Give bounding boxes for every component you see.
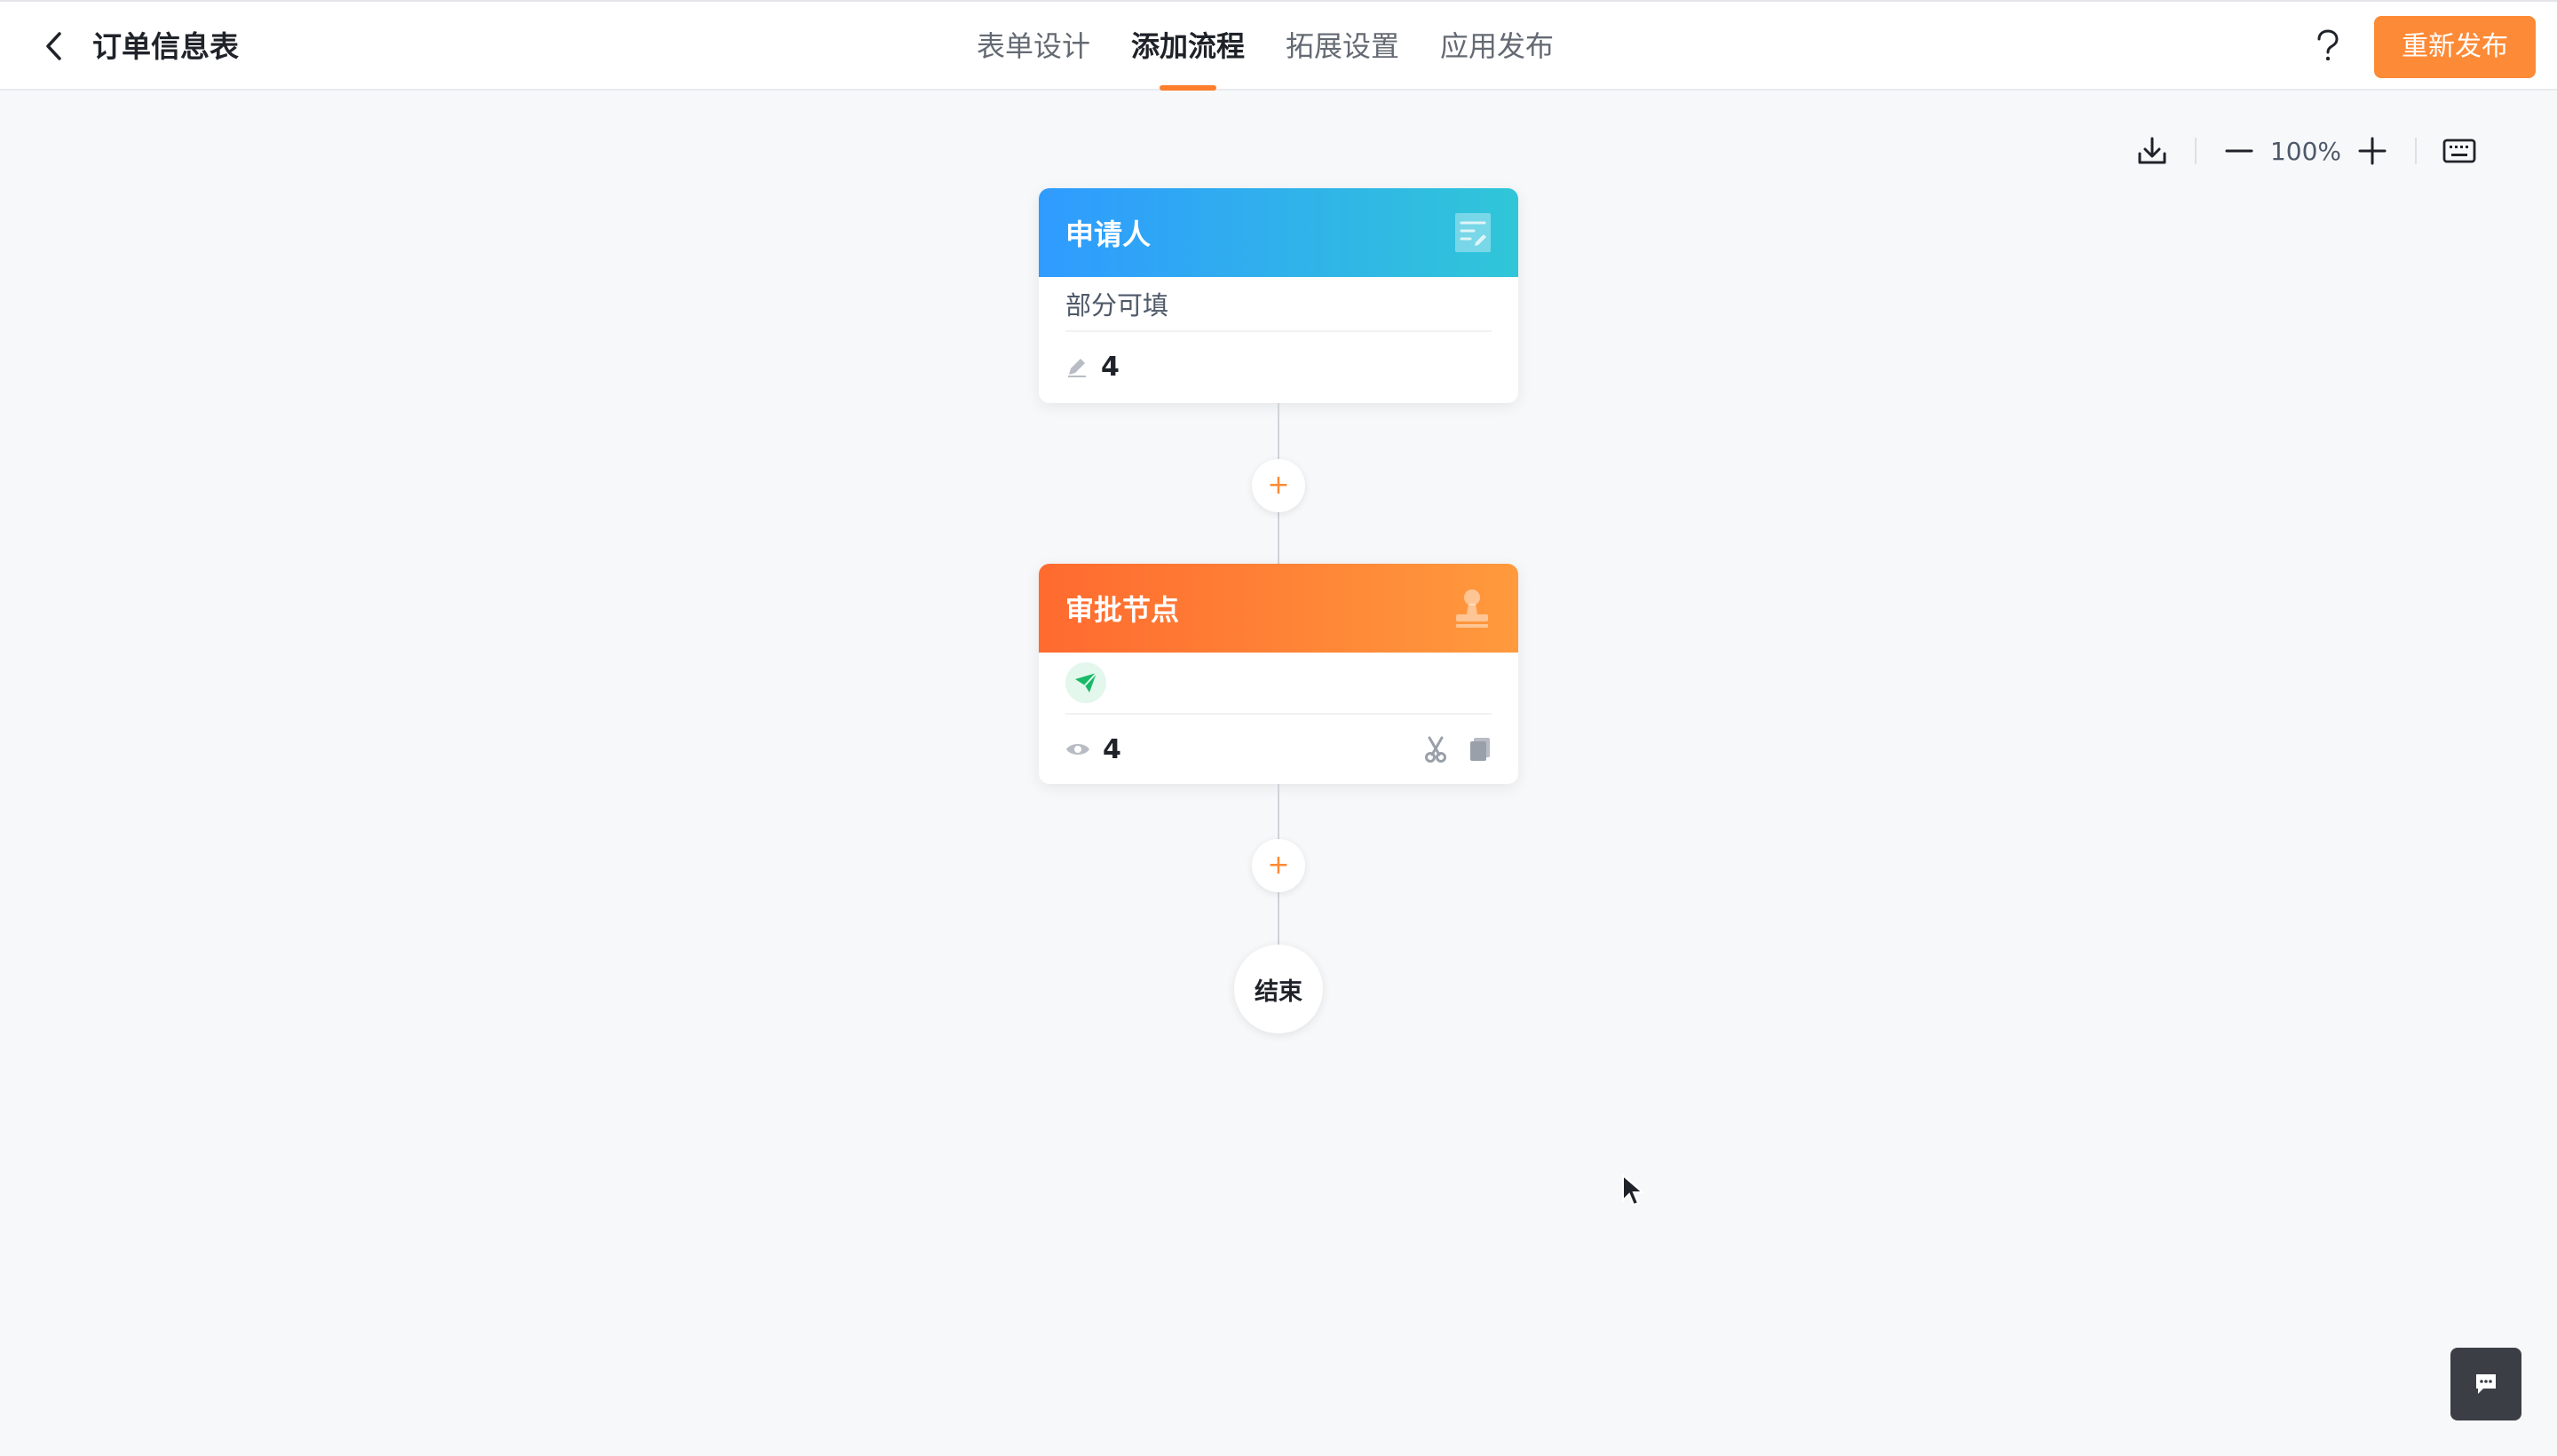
applicant-node-title: 申请人 (1065, 218, 1152, 251)
eye-icon (1066, 744, 1089, 755)
applicant-permission: 部分可填 (1065, 277, 1492, 332)
mouse-cursor-icon (1622, 1174, 1644, 1207)
stamp-icon (1456, 590, 1488, 628)
tab-extension-settings[interactable]: 拓展设置 (1286, 2, 1399, 92)
edit-icon (1068, 359, 1086, 377)
download-button[interactable] (2131, 130, 2173, 172)
scissors-icon[interactable] (1424, 736, 1447, 763)
approval-node-header: 审批节点 (1039, 564, 1518, 653)
approval-assignee-row (1065, 653, 1492, 715)
download-icon (2138, 137, 2166, 164)
applicant-field-count: 4 (1101, 351, 1120, 383)
copy-icon[interactable] (1468, 736, 1492, 763)
applicant-node[interactable]: 申请人 部分可填 4 (1039, 188, 1518, 403)
tab-app-publish[interactable]: 应用发布 (1440, 2, 1554, 92)
zoom-in-icon (2358, 137, 2387, 165)
tab-bar: 表单设计 添加流程 拓展设置 应用发布 (977, 2, 1595, 92)
page-title: 订单信息表 (92, 29, 239, 64)
keyboard-icon (2442, 138, 2476, 163)
question-icon (2317, 29, 2339, 61)
send-icon (1075, 672, 1097, 692)
approver-avatar (1065, 662, 1106, 703)
add-node-button[interactable]: + (1252, 459, 1305, 512)
end-node: 结束 (1234, 945, 1323, 1033)
applicant-node-header: 申请人 (1039, 188, 1518, 277)
chat-icon (2476, 1374, 2496, 1394)
canvas-toolbar: 100% (2131, 130, 2481, 172)
add-node-button[interactable]: + (1252, 839, 1305, 892)
approval-field-count-row: 4 (1065, 715, 1492, 784)
help-button[interactable] (2308, 27, 2347, 66)
top-bar: 订单信息表 表单设计 添加流程 拓展设置 应用发布 重新发布 (0, 0, 2557, 91)
form-icon (1455, 213, 1491, 252)
tab-add-flow[interactable]: 添加流程 (1131, 2, 1245, 92)
approval-field-count: 4 (1103, 733, 1121, 765)
zoom-in-button[interactable] (2351, 130, 2394, 172)
zoom-level: 100% (2269, 136, 2342, 166)
tab-form-design[interactable]: 表单设计 (977, 2, 1090, 92)
republish-button[interactable]: 重新发布 (2374, 16, 2536, 78)
zoom-out-button[interactable] (2218, 130, 2260, 172)
chat-button[interactable] (2450, 1348, 2521, 1420)
approval-node[interactable]: 审批节点 4 (1039, 564, 1518, 784)
keyboard-shortcuts-button[interactable] (2438, 130, 2481, 172)
toolbar-divider (2415, 138, 2417, 164)
zoom-out-icon (2225, 149, 2253, 153)
applicant-field-count-row: 4 (1065, 332, 1492, 401)
chevron-left-icon (46, 32, 61, 60)
back-button[interactable] (36, 28, 71, 64)
toolbar-divider (2195, 138, 2197, 164)
approval-node-title: 审批节点 (1065, 593, 1180, 627)
